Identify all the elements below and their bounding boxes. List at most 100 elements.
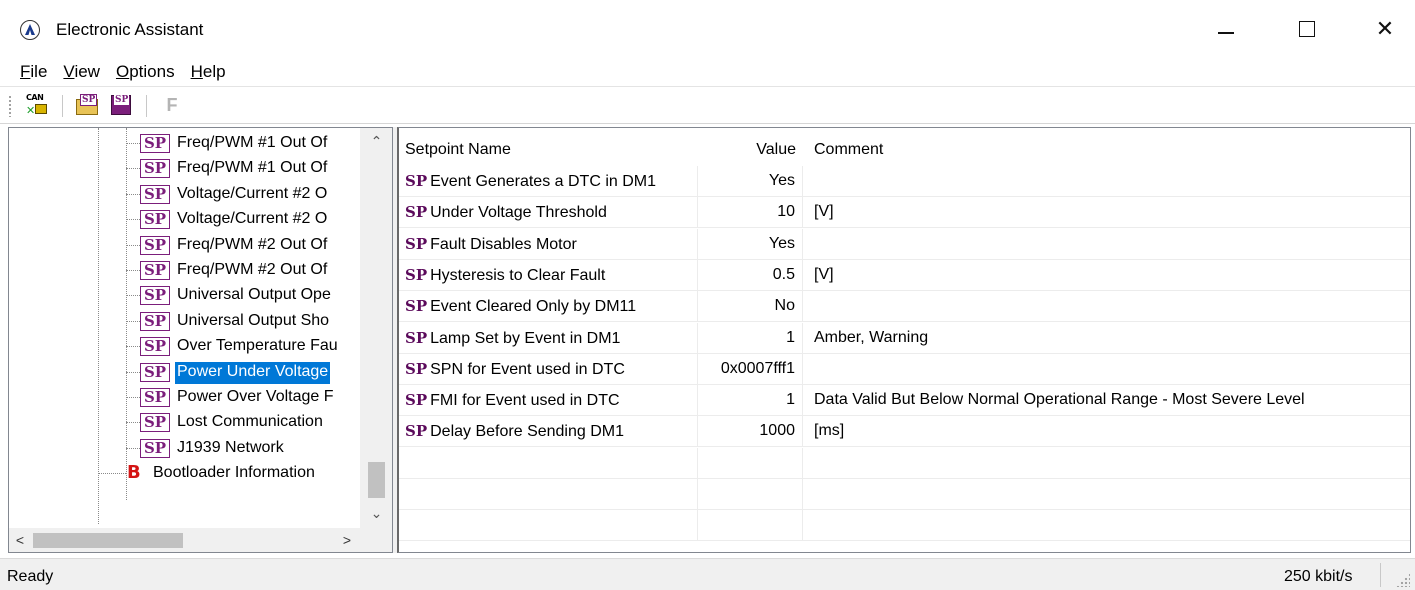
setpoint-icon: SP	[140, 184, 170, 204]
setpoint-row[interactable]: SP Event Generates a DTC in DM1 Yes	[399, 166, 1410, 197]
setpoint-value[interactable]: No	[698, 291, 803, 322]
setpoint-row[interactable]: SP Event Cleared Only by DM11 No	[399, 291, 1410, 323]
tree-connector	[126, 168, 140, 170]
setpoint-value[interactable]: 0x0007fff1	[698, 353, 803, 384]
menu-label: elp	[202, 62, 226, 81]
setpoint-icon: SP	[405, 328, 428, 347]
setpoint-row[interactable]: SP Delay Before Sending DM1 1000 [ms]	[399, 416, 1410, 448]
tree-item-label: Power Under Voltage	[175, 361, 331, 384]
scroll-up-icon[interactable]: ⌃	[360, 130, 392, 152]
tree-connector	[126, 295, 140, 297]
tree-item-label: Universal Output Ope	[177, 286, 331, 304]
column-header-value[interactable]: Value	[698, 128, 803, 166]
tree-item[interactable]: SP Universal Output Ope	[9, 282, 359, 308]
tree-item-label: Power Over Voltage F	[177, 388, 334, 405]
setpoint-name-cell: SP Hysteresis to Clear Fault	[399, 259, 698, 290]
tree-item-label: Freq/PWM #2 Out Of	[177, 261, 328, 278]
can-connect-button[interactable]: CAN ✕	[24, 93, 48, 117]
toolbar-grip[interactable]	[8, 95, 12, 117]
setpoint-value[interactable]: 1000	[698, 416, 803, 447]
menu-file[interactable]: File	[12, 62, 55, 82]
setpoint-tree[interactable]: SP Freq/PWM #1 Out Of SP Freq/PWM #1 Out Of…	[8, 127, 393, 553]
setpoint-value[interactable]: 10	[698, 197, 803, 228]
setpoint-comment	[803, 166, 1410, 196]
tree-item[interactable]: SP Voltage/Current #2 O	[9, 206, 359, 232]
setpoint-row[interactable]: SP SPN for Event used in DTC 0x0007fff1	[399, 353, 1410, 385]
setpoint-name: FMI for Event used in DTC	[430, 392, 620, 410]
setpoint-grid: Setpoint Name Value Comment SP Event Gene…	[397, 127, 1411, 553]
setpoint-value[interactable]: 0.5	[698, 259, 803, 290]
setpoint-comment: [V]	[814, 203, 834, 221]
setpoint-icon: SP	[140, 337, 170, 357]
menu-view[interactable]: View	[55, 62, 108, 82]
scroll-thumb[interactable]	[33, 533, 183, 548]
menu-bar: File View Options Help	[0, 58, 1415, 86]
tree-item-label: J1939 Network	[177, 438, 284, 456]
menu-label: ptions	[129, 62, 175, 81]
tree-item[interactable]: SP Freq/PWM #1 Out Of	[9, 130, 359, 156]
tree-item[interactable]: SP Lost Communication	[9, 409, 359, 435]
setpoint-row[interactable]: SP Lamp Set by Event in DM1 1 Amber, Warnin…	[399, 322, 1410, 354]
tree-item[interactable]: SP Power Under Voltage	[9, 359, 359, 385]
column-header-name[interactable]: Setpoint Name	[399, 128, 698, 166]
maximize-button[interactable]	[1277, 0, 1337, 58]
setpoint-name-cell: SP SPN for Event used in DTC	[399, 353, 698, 384]
setpoint-row[interactable]: SP Under Voltage Threshold 10 [V]	[399, 197, 1410, 229]
can-disconnected-icon: ✕	[26, 105, 36, 117]
minimize-button[interactable]	[1196, 0, 1256, 58]
setpoint-comment	[803, 354, 1410, 384]
toolbar: CAN ✕ SP SP F	[0, 86, 1415, 124]
setpoint-icon: SP	[140, 286, 170, 306]
setpoint-icon: SP	[140, 438, 170, 458]
tree-horizontal-scrollbar[interactable]: < >	[9, 528, 360, 552]
window-title: Electronic Assistant	[56, 20, 204, 39]
close-button[interactable]: ✕	[1355, 0, 1415, 58]
setpoint-icon: SP	[405, 391, 428, 410]
resize-grip-icon[interactable]	[1396, 573, 1410, 587]
save-setpoint-file-button[interactable]: SP	[109, 93, 133, 117]
tree-item[interactable]: SP Freq/PWM #1 Out Of	[9, 155, 359, 181]
tree-connector	[126, 371, 140, 373]
tree-item[interactable]: SP Voltage/Current #2 O	[9, 181, 359, 207]
tree-item[interactable]: SP Universal Output Sho	[9, 308, 359, 334]
tree-item-label: Freq/PWM #1 Out Of	[177, 159, 328, 177]
empty-row	[399, 510, 1410, 542]
tree-item[interactable]: SP Power Over Voltage F	[9, 384, 359, 410]
tree-item-label: Lost Communication	[177, 413, 323, 431]
open-setpoint-file-button[interactable]: SP	[75, 93, 99, 117]
setpoint-value[interactable]: Yes	[698, 228, 803, 259]
setpoint-name-cell: SP FMI for Event used in DTC	[399, 385, 698, 416]
setpoint-row[interactable]: SP Hysteresis to Clear Fault 0.5 [V]	[399, 259, 1410, 291]
tree-vertical-scrollbar[interactable]: ⌃ ⌄	[360, 128, 392, 528]
scroll-thumb[interactable]	[368, 462, 385, 498]
tree-connector	[126, 244, 140, 246]
menu-help[interactable]: Help	[183, 62, 234, 82]
tree-item[interactable]: SP Over Temperature Fau	[9, 333, 359, 359]
app-logo-icon	[20, 20, 40, 40]
column-header-comment[interactable]: Comment	[803, 128, 1410, 166]
tree-connector	[126, 143, 140, 144]
setpoint-name: Fault Disables Motor	[430, 235, 577, 253]
scroll-left-icon[interactable]: <	[9, 528, 31, 552]
setpoint-name: Delay Before Sending DM1	[430, 423, 625, 441]
setpoint-comment	[803, 229, 1410, 259]
setpoint-row[interactable]: SP Fault Disables Motor Yes	[399, 228, 1410, 260]
tree-item-label: Over Temperature Fau	[177, 337, 338, 355]
empty-cell	[399, 510, 698, 541]
tree-connector	[98, 473, 126, 475]
setpoint-row[interactable]: SP FMI for Event used in DTC 1 Data Valid B…	[399, 385, 1410, 417]
scroll-right-icon[interactable]: >	[336, 528, 358, 552]
setpoint-value[interactable]: 1	[698, 322, 803, 353]
menu-accelerator: F	[20, 62, 31, 81]
flash-button[interactable]: F	[160, 93, 184, 117]
tree-item[interactable]: SP Freq/PWM #2 Out Of	[9, 232, 359, 258]
setpoint-name-cell: SP Delay Before Sending DM1	[399, 416, 698, 447]
tree-item[interactable]: SP J1939 Network	[9, 435, 359, 461]
tree-item-label: Bootloader Information	[153, 464, 315, 482]
tree-item[interactable]: SP Freq/PWM #2 Out Of	[9, 257, 359, 283]
setpoint-value[interactable]: 1	[698, 385, 803, 416]
scroll-down-icon[interactable]: ⌄	[360, 502, 392, 524]
tree-item-bootloader[interactable]: B Bootloader Information	[9, 460, 359, 486]
setpoint-value[interactable]: Yes	[698, 166, 803, 196]
menu-options[interactable]: Options	[108, 62, 183, 82]
